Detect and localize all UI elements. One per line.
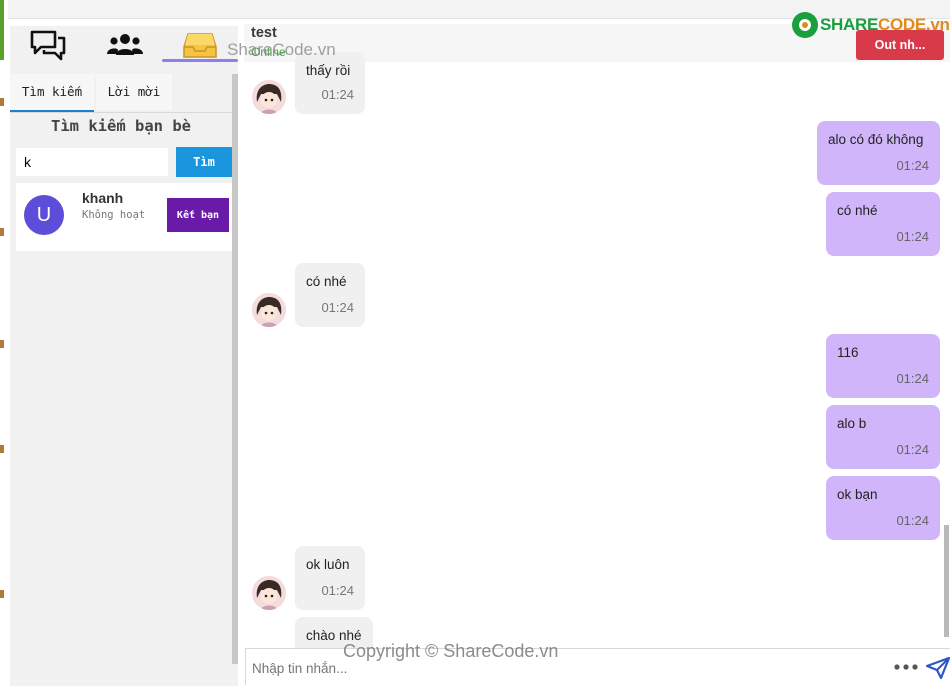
left-edge-mark xyxy=(0,590,4,598)
watermark-bottom: Copyright © ShareCode.vn xyxy=(343,641,559,661)
chat-contact-name: test xyxy=(251,25,277,41)
message-text: có nhé xyxy=(837,203,878,218)
message-time: 01:24 xyxy=(896,229,929,244)
contact-avatar xyxy=(252,80,286,114)
chat-bubbles-icon xyxy=(30,30,66,61)
avatar-image-icon xyxy=(252,293,286,327)
left-edge-mark xyxy=(0,340,4,348)
friend-search-input[interactable] xyxy=(16,148,168,176)
left-edge-mark xyxy=(0,98,4,106)
add-friend-button[interactable]: Kết bạn xyxy=(167,198,229,232)
message-text: alo b xyxy=(837,416,867,431)
nav-chats[interactable] xyxy=(28,28,68,62)
message-time: 01:24 xyxy=(896,442,929,457)
logo-emblem-icon xyxy=(792,12,818,38)
page-left-edge xyxy=(0,0,8,686)
message-text: 116 xyxy=(837,345,859,360)
nav-friends[interactable] xyxy=(105,28,145,62)
message-text: thấy rồi xyxy=(306,63,351,78)
contact-avatar xyxy=(252,576,286,610)
logo-text-code: CODE.vn xyxy=(878,15,950,34)
message-text: ok bạn xyxy=(837,487,878,502)
sidebar-tabs: Tìm kiếm Lời mời xyxy=(10,74,232,113)
avatar-image-icon xyxy=(252,80,286,114)
sidebar-scrollbar[interactable] xyxy=(232,74,238,664)
watermark-top: ShareCode.vn xyxy=(227,40,336,59)
message-incoming: ok luôn 01:24 xyxy=(295,546,365,610)
avatar-image-icon xyxy=(252,576,286,610)
message-outgoing: alo có đó không 01:24 xyxy=(817,121,940,185)
message-time: 01:24 xyxy=(321,583,354,598)
tab-invitations[interactable]: Lời mời xyxy=(96,74,172,110)
message-text: alo có đó không xyxy=(828,132,924,147)
avatar: U xyxy=(24,195,64,235)
message-text: ok luôn xyxy=(306,557,350,572)
more-options-icon[interactable] xyxy=(892,661,922,673)
contact-avatar xyxy=(252,293,286,327)
send-icon[interactable] xyxy=(926,657,950,679)
message-time: 01:24 xyxy=(321,87,354,102)
message-outgoing: alo b 01:24 xyxy=(826,405,940,469)
left-edge-mark xyxy=(0,445,4,453)
message-incoming: thấy rồi 01:24 xyxy=(295,52,365,114)
left-edge-accent xyxy=(0,0,4,60)
message-outgoing: có nhé 01:24 xyxy=(826,192,940,256)
message-time: 01:24 xyxy=(896,158,929,173)
search-button[interactable]: Tìm xyxy=(176,147,232,177)
logo-text-share: SHARE xyxy=(820,15,879,34)
message-outgoing: 116 01:24 xyxy=(826,334,940,398)
search-result-item: U khanh Không hoạt động Kết bạn xyxy=(16,183,232,251)
chat-scrollbar[interactable] xyxy=(944,525,949,637)
sharecode-logo: SHARECODE.vn xyxy=(790,10,950,40)
message-time: 01:24 xyxy=(896,371,929,386)
result-user-status: Không hoạt động xyxy=(82,209,152,221)
message-time: 01:24 xyxy=(896,513,929,528)
message-incoming: có nhé 01:24 xyxy=(295,263,365,327)
message-text: có nhé xyxy=(306,274,347,289)
main-nav xyxy=(10,26,238,62)
inbox-tray-icon xyxy=(183,33,217,58)
tab-search[interactable]: Tìm kiếm xyxy=(10,74,94,112)
message-outgoing: ok bạn 01:24 xyxy=(826,476,940,540)
result-user-name: khanh xyxy=(82,190,124,206)
nav-requests[interactable] xyxy=(180,28,220,62)
users-icon xyxy=(107,34,143,55)
search-title: Tìm kiếm bạn bè xyxy=(51,117,191,135)
message-time: 01:24 xyxy=(321,300,354,315)
left-edge-mark xyxy=(0,228,4,236)
